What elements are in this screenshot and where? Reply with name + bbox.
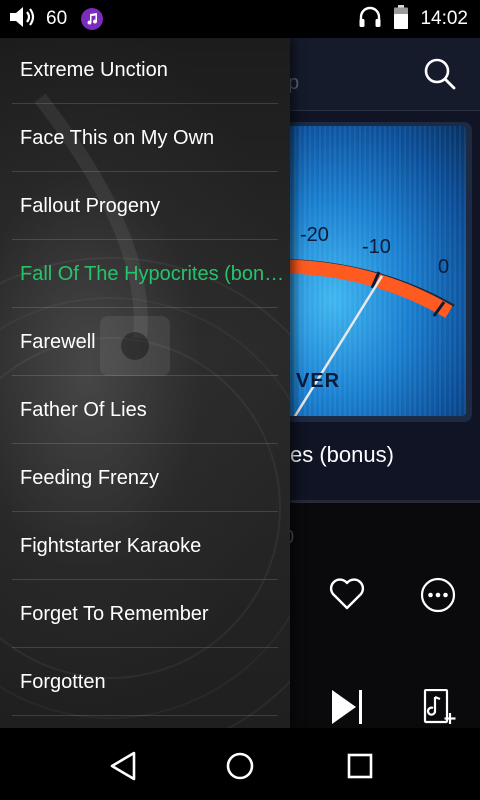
volume-level: 60 (46, 8, 68, 29)
song-title: Face This on My Own (20, 126, 215, 149)
screen: 60 14:02 p -20 -10 0 VER es (bonus) Extr… (0, 0, 480, 800)
song-list-item-active[interactable]: Fall Of The Hypocrites (bonu... (0, 240, 290, 308)
song-list-item[interactable]: Fightstarter Karaoke (0, 512, 290, 580)
song-title: Extreme Unction (20, 58, 168, 81)
song-title: Farewell (20, 330, 96, 353)
song-title: Fall Of The Hypocrites (bonu... (20, 262, 286, 285)
track-title: es (bonus) (290, 442, 394, 467)
search-icon[interactable] (422, 56, 458, 92)
song-list-item[interactable]: Father Of Lies (0, 376, 290, 444)
home-icon[interactable] (220, 746, 260, 786)
heart-icon[interactable] (328, 577, 366, 616)
song-list-item[interactable]: Forgotten (0, 648, 290, 716)
battery-icon (394, 4, 409, 34)
vu-meter-word: VER (296, 370, 341, 392)
song-title: Fallout Progeny (20, 194, 161, 217)
song-title: Feeding Frenzy (20, 466, 159, 489)
song-list-item[interactable]: Face This on My Own (0, 104, 290, 172)
song-title: Forget To Remember (20, 602, 209, 625)
song-list-item[interactable]: Farewell (0, 308, 290, 376)
back-icon[interactable] (104, 746, 144, 786)
song-title: Father Of Lies (20, 398, 147, 421)
song-list-item[interactable]: Extreme Unction (0, 38, 290, 104)
skip-next-icon[interactable] (330, 689, 366, 730)
song-list-item[interactable]: Feeding Frenzy (0, 444, 290, 512)
status-bar: 60 14:02 (0, 0, 480, 38)
song-list: Extreme Unction Face This on My Own Fallou… (0, 38, 290, 716)
vu-scale-label: -10 (362, 236, 391, 258)
song-list-item[interactable]: Forget To Remember (0, 580, 290, 648)
song-list-drawer: Extreme Unction Face This on My Own Fallou… (0, 38, 290, 728)
more-options-icon[interactable] (420, 577, 456, 618)
song-title: Fightstarter Karaoke (20, 534, 202, 557)
song-title: Forgotten (20, 670, 106, 693)
recents-icon[interactable] (340, 746, 380, 786)
add-to-playlist-icon[interactable] (422, 688, 458, 730)
song-list-item[interactable]: Fallout Progeny (0, 172, 290, 240)
headphones-icon (358, 6, 382, 33)
navigation-bar (0, 728, 480, 800)
clock: 14:02 (420, 8, 468, 29)
vu-scale-label: 0 (438, 256, 450, 278)
music-app-icon (81, 8, 104, 30)
vu-scale-label: -20 (300, 224, 329, 246)
volume-icon (8, 5, 38, 34)
